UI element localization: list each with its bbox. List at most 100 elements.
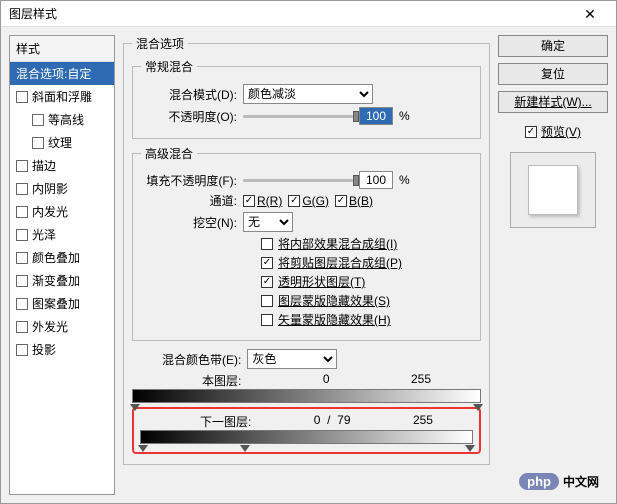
sidebar-item-gradient-overlay[interactable]: 渐变叠加 xyxy=(10,269,114,292)
sidebar-item-label: 光泽 xyxy=(32,226,56,243)
knockout-select[interactable]: 无 xyxy=(243,212,293,232)
under-layer-gradient[interactable] xyxy=(140,430,473,444)
slider-handle-icon[interactable] xyxy=(240,445,250,452)
checkbox-icon[interactable] xyxy=(261,314,273,326)
slider-handle-icon[interactable] xyxy=(473,404,483,411)
general-blending-group: 常规混合 混合模式(D): 颜色减淡 不透明度(O): % xyxy=(132,58,481,139)
sidebar-item-texture[interactable]: 纹理 xyxy=(10,131,114,154)
percent-label: % xyxy=(399,109,410,123)
opacity-label: 不透明度(O): xyxy=(141,108,237,125)
slider-handle-icon[interactable] xyxy=(465,445,475,452)
sidebar-item-inner-shadow[interactable]: 内阴影 xyxy=(10,177,114,200)
this-layer-band: 本图层: 0 255 xyxy=(132,372,481,403)
watermark-php: php xyxy=(519,473,559,490)
checkbox-icon[interactable] xyxy=(16,321,28,333)
blending-options-group: 混合选项 常规混合 混合模式(D): 颜色减淡 不透明度(O): % xyxy=(123,35,490,465)
channel-b[interactable]: B(B) xyxy=(335,194,373,208)
sidebar-item-drop-shadow[interactable]: 投影 xyxy=(10,338,114,361)
sidebar-item-label: 图案叠加 xyxy=(32,295,80,312)
close-button[interactable]: ✕ xyxy=(572,4,608,24)
preview-toggle[interactable]: 预览(V) xyxy=(498,123,608,140)
checkbox-icon[interactable] xyxy=(16,206,28,218)
sidebar-item-label: 斜面和浮雕 xyxy=(32,88,92,105)
blend-mode-select[interactable]: 颜色减淡 xyxy=(243,84,373,104)
checkbox-icon[interactable] xyxy=(16,91,28,103)
styles-sidebar: 样式 混合选项:自定 斜面和浮雕 等高线 纹理 描边 内阴影 内发光 光泽 颜色… xyxy=(9,35,115,495)
dialog-title: 图层样式 xyxy=(9,5,57,22)
sidebar-item-label: 外发光 xyxy=(32,318,68,335)
checkbox-icon[interactable] xyxy=(243,195,255,207)
fill-opacity-input[interactable] xyxy=(359,171,393,189)
channels-label: 通道: xyxy=(141,192,237,209)
under-layer-mid: 79 xyxy=(337,413,350,427)
opt-blend-clipped[interactable]: 将剪贴图层混合成组(P) xyxy=(261,254,472,271)
layer-style-dialog: 图层样式 ✕ 样式 混合选项:自定 斜面和浮雕 等高线 纹理 描边 内阴影 内发… xyxy=(0,0,617,504)
slider-handle-icon[interactable] xyxy=(138,445,148,452)
checkbox-icon[interactable] xyxy=(16,183,28,195)
preview-swatch-frame xyxy=(510,152,596,228)
checkbox-icon[interactable] xyxy=(335,195,347,207)
sidebar-item-pattern-overlay[interactable]: 图案叠加 xyxy=(10,292,114,315)
knockout-label: 挖空(N): xyxy=(141,214,237,231)
under-layer-label: 下一图层: xyxy=(200,413,251,430)
sidebar-item-color-overlay[interactable]: 颜色叠加 xyxy=(10,246,114,269)
checkbox-icon[interactable] xyxy=(261,238,273,250)
new-style-button[interactable]: 新建样式(W)... xyxy=(498,91,608,113)
channel-g[interactable]: G(G) xyxy=(288,194,329,208)
preview-label: 预览(V) xyxy=(541,123,581,140)
titlebar: 图层样式 ✕ xyxy=(1,1,616,27)
this-layer-hi: 255 xyxy=(411,372,431,389)
group-label: 高级混合 xyxy=(141,145,197,162)
checkbox-icon[interactable] xyxy=(16,344,28,356)
checkbox-icon[interactable] xyxy=(261,257,273,269)
sidebar-item-stroke[interactable]: 描边 xyxy=(10,154,114,177)
checkbox-icon[interactable] xyxy=(261,276,273,288)
sidebar-item-satin[interactable]: 光泽 xyxy=(10,223,114,246)
ok-button[interactable]: 确定 xyxy=(498,35,608,57)
opacity-input[interactable] xyxy=(359,107,393,125)
checkbox-icon[interactable] xyxy=(261,295,273,307)
sidebar-item-inner-glow[interactable]: 内发光 xyxy=(10,200,114,223)
slider-handle-icon[interactable] xyxy=(130,404,140,411)
opt-transparency-shapes[interactable]: 透明形状图层(T) xyxy=(261,273,472,290)
checkbox-icon[interactable] xyxy=(32,114,44,126)
opt-vector-mask-hides[interactable]: 矢量蒙版隐藏效果(H) xyxy=(261,311,472,328)
sidebar-item-label: 混合选项:自定 xyxy=(16,65,91,82)
underlying-layer-highlight: 下一图层: 0 / 79 255 xyxy=(132,407,481,454)
checkbox-icon[interactable] xyxy=(16,275,28,287)
checkbox-icon[interactable] xyxy=(288,195,300,207)
blendif-select[interactable]: 灰色 xyxy=(247,349,337,369)
fill-opacity-slider[interactable] xyxy=(243,179,353,182)
blend-mode-label: 混合模式(D): xyxy=(141,86,237,103)
checkbox-icon[interactable] xyxy=(525,126,537,138)
opacity-slider[interactable] xyxy=(243,115,353,118)
checkbox-icon[interactable] xyxy=(16,160,28,172)
sidebar-item-outer-glow[interactable]: 外发光 xyxy=(10,315,114,338)
this-layer-gradient[interactable] xyxy=(132,389,481,403)
buttons-column: 确定 复位 新建样式(W)... 预览(V) xyxy=(498,35,608,495)
under-layer-hi: 255 xyxy=(413,413,433,430)
cancel-button[interactable]: 复位 xyxy=(498,63,608,85)
opt-layer-mask-hides[interactable]: 图层蒙版隐藏效果(S) xyxy=(261,292,472,309)
sidebar-item-bevel[interactable]: 斜面和浮雕 xyxy=(10,85,114,108)
opt-blend-interior[interactable]: 将内部效果混合成组(I) xyxy=(261,235,472,252)
sidebar-item-label: 内阴影 xyxy=(32,180,68,197)
sidebar-item-label: 描边 xyxy=(32,157,56,174)
checkbox-icon[interactable] xyxy=(16,229,28,241)
sidebar-item-contour[interactable]: 等高线 xyxy=(10,108,114,131)
sidebar-item-label: 颜色叠加 xyxy=(32,249,80,266)
checkbox-icon[interactable] xyxy=(32,137,44,149)
checkbox-icon[interactable] xyxy=(16,252,28,264)
percent-label: % xyxy=(399,173,410,187)
sidebar-header: 样式 xyxy=(10,36,114,62)
sidebar-item-label: 内发光 xyxy=(32,203,68,220)
group-label: 混合选项 xyxy=(132,35,188,52)
channel-r[interactable]: R(R) xyxy=(243,194,282,208)
under-layer-sep: / xyxy=(327,413,330,427)
checkbox-icon[interactable] xyxy=(16,298,28,310)
fill-opacity-label: 填充不透明度(F): xyxy=(141,172,237,189)
group-label: 常规混合 xyxy=(141,58,197,75)
sidebar-item-label: 投影 xyxy=(32,341,56,358)
main-panel: 混合选项 常规混合 混合模式(D): 颜色减淡 不透明度(O): % xyxy=(123,35,490,495)
sidebar-item-blend-options[interactable]: 混合选项:自定 xyxy=(10,62,114,85)
